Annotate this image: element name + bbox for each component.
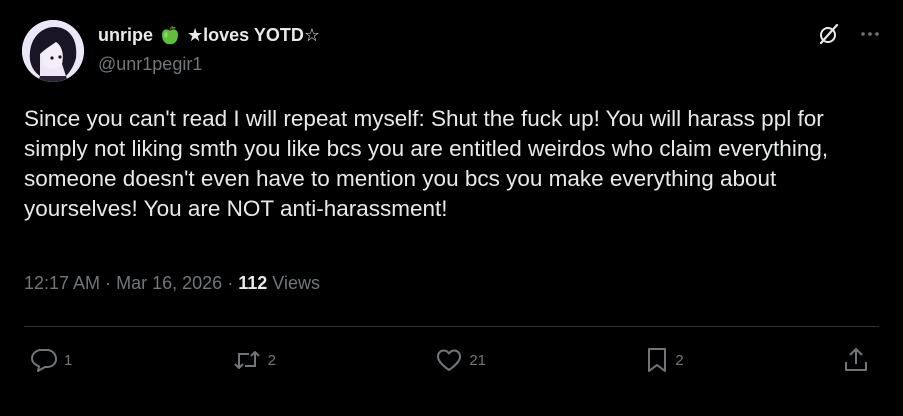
share-button[interactable] xyxy=(843,346,869,374)
heart-icon xyxy=(435,347,463,373)
display-name[interactable]: unripe xyxy=(98,25,153,46)
grok-icon[interactable] xyxy=(817,22,841,46)
like-button[interactable]: 21 xyxy=(435,347,486,373)
share-icon xyxy=(843,346,869,374)
tweet-top-actions xyxy=(817,22,881,46)
bookmark-count: 2 xyxy=(675,351,684,369)
tweet-card: unripe ★loves YOTD☆ @unr1pegir1 Since yo… xyxy=(0,0,903,416)
tweet-action-bar: 1 2 21 2 xyxy=(30,346,869,374)
display-name-suffix: ★loves YOTD☆ xyxy=(187,24,320,45)
repost-icon xyxy=(232,347,262,373)
like-count: 21 xyxy=(469,351,486,369)
green-apple-icon xyxy=(159,24,181,46)
tweet-metadata: 12:17 AM · Mar 16, 2026 · 112 Views xyxy=(24,273,320,294)
repost-button[interactable]: 2 xyxy=(232,347,276,373)
reply-count: 1 xyxy=(64,351,73,369)
repost-count: 2 xyxy=(267,351,276,369)
views-label: Views xyxy=(272,273,320,293)
reply-button[interactable]: 1 xyxy=(30,347,72,373)
bookmark-button[interactable]: 2 xyxy=(645,346,684,374)
tweet-time[interactable]: 12:17 AM xyxy=(24,273,100,293)
avatar[interactable] xyxy=(22,20,84,82)
tweet-date[interactable]: Mar 16, 2026 xyxy=(116,273,222,293)
meta-separator: · xyxy=(105,273,112,293)
tweet-text: Since you can't read I will repeat mysel… xyxy=(24,106,829,221)
author-name-row[interactable]: unripe ★loves YOTD☆ xyxy=(98,24,320,46)
reply-icon xyxy=(30,347,58,373)
author-handle[interactable]: @unr1pegir1 xyxy=(98,54,202,75)
more-options-icon[interactable] xyxy=(859,23,881,45)
bookmark-icon xyxy=(645,346,669,374)
divider xyxy=(24,326,879,327)
views-count: 112 xyxy=(238,273,268,293)
meta-separator: · xyxy=(227,273,234,293)
